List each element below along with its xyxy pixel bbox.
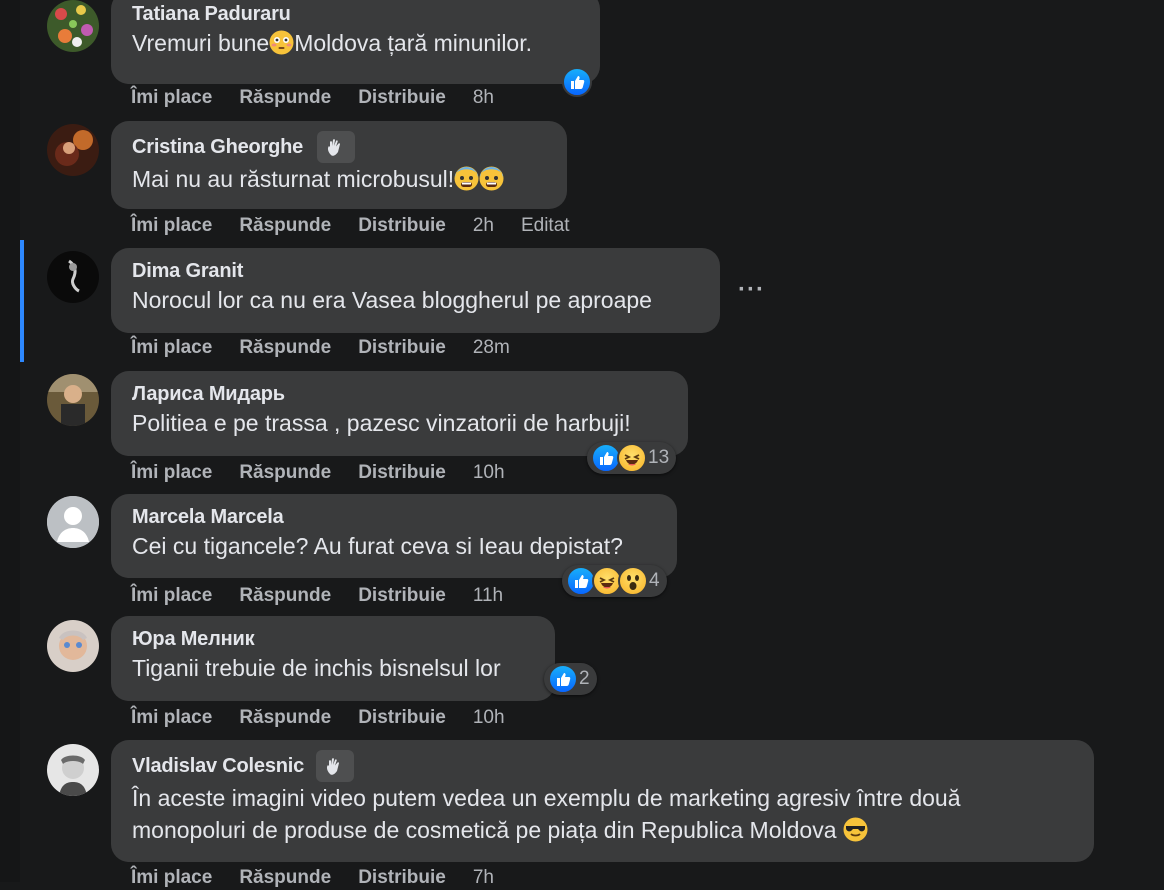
avatar[interactable] bbox=[47, 744, 99, 796]
comment-time[interactable]: 28m bbox=[473, 337, 510, 359]
comment-time[interactable]: 11h bbox=[473, 585, 503, 607]
share-action[interactable]: Distribuie bbox=[358, 867, 446, 889]
comment-author[interactable]: Vladislav Colesnic bbox=[132, 755, 304, 778]
comment-text-line: monopoluri de produse de cosmetică pe pi… bbox=[132, 814, 1074, 846]
comment-time[interactable]: 7h bbox=[473, 867, 494, 889]
reaction-count: 2 bbox=[579, 668, 590, 689]
comment-bubble: Юра Мелник Tiganii trebuie de inchis bis… bbox=[111, 616, 555, 701]
edited-label: Editat bbox=[520, 215, 570, 236]
comment-time[interactable]: 10h bbox=[473, 462, 505, 484]
wave-icon[interactable] bbox=[316, 750, 355, 782]
reply-action[interactable]: Răspunde bbox=[239, 707, 331, 729]
share-action[interactable]: Distribuie bbox=[358, 337, 446, 359]
share-action[interactable]: Distribuie bbox=[358, 707, 446, 729]
comment-author-row: Cristina Gheorghe bbox=[132, 131, 547, 163]
comment-author-row: Vladislav Colesnic bbox=[132, 750, 1074, 782]
comment-bubble: Cristina Gheorghe Mai nu au răsturnat mi… bbox=[111, 121, 567, 209]
wow-reaction-icon bbox=[618, 566, 648, 596]
reply-action[interactable]: Răspunde bbox=[239, 867, 331, 889]
avatar[interactable] bbox=[47, 251, 99, 303]
avatar[interactable] bbox=[47, 620, 99, 672]
comment-time[interactable]: 8h bbox=[473, 87, 494, 109]
thread-highlight-bar bbox=[20, 240, 24, 362]
like-action[interactable]: Îmi place bbox=[131, 585, 212, 607]
like-reaction-icon bbox=[548, 664, 578, 694]
comment-text: Mai nu au răsturnat microbusul! bbox=[132, 163, 547, 195]
reactions-summary[interactable] bbox=[560, 66, 592, 98]
comment-text: Vremuri bune Moldova țară minunilor. bbox=[132, 30, 533, 56]
sunglasses-face-icon bbox=[843, 817, 868, 842]
flushed-face-icon bbox=[269, 30, 294, 55]
comment-bubble: Vladislav Colesnic În aceste imagini vid… bbox=[111, 740, 1094, 862]
reply-action[interactable]: Răspunde bbox=[239, 585, 331, 607]
avatar[interactable] bbox=[47, 124, 99, 176]
like-action[interactable]: Îmi place bbox=[131, 87, 212, 109]
avatar[interactable] bbox=[47, 496, 99, 548]
comment-text: Cei cu tigancele? Au furat ceva si Ieau … bbox=[132, 533, 623, 559]
fearful-face-icon bbox=[479, 166, 504, 191]
reactions-summary[interactable]: 2 bbox=[544, 663, 597, 695]
reply-action[interactable]: Răspunde bbox=[239, 462, 331, 484]
comment-author[interactable]: Юра Мелник bbox=[132, 626, 535, 652]
comment-time[interactable]: 2h bbox=[473, 215, 494, 237]
fearful-face-icon bbox=[454, 166, 479, 191]
more-options-icon[interactable]: ··· bbox=[738, 276, 765, 304]
reaction-count: 13 bbox=[648, 447, 670, 468]
comment-time[interactable]: 10h bbox=[473, 707, 505, 729]
comment-author[interactable]: Marcela Marcela bbox=[132, 504, 657, 530]
reaction-count: 4 bbox=[649, 570, 660, 591]
reply-action[interactable]: Răspunde bbox=[239, 87, 331, 109]
comment-text: Politiea e pe trassa , pazesc vinzatorii… bbox=[132, 410, 631, 436]
reactions-summary[interactable]: 13 bbox=[587, 442, 677, 474]
like-action[interactable]: Îmi place bbox=[131, 707, 212, 729]
haha-reaction-icon bbox=[617, 443, 647, 473]
avatar[interactable] bbox=[47, 374, 99, 426]
comment-actions: Îmi place Răspunde Distribuie 10h bbox=[131, 706, 532, 730]
comment-actions: Îmi place Răspunde Distribuie 8h bbox=[131, 86, 521, 110]
comment-text-line: În aceste imagini video putem vedea un e… bbox=[132, 785, 961, 811]
like-action[interactable]: Îmi place bbox=[131, 462, 212, 484]
like-action[interactable]: Îmi place bbox=[131, 215, 212, 237]
comment-bubble: Dima Granit Norocul lor ca nu era Vasea … bbox=[111, 248, 720, 333]
comment-actions: Îmi place Răspunde Distribuie 7h bbox=[131, 866, 521, 890]
comment-actions: Îmi place Răspunde Distribuie 10h bbox=[131, 461, 532, 485]
avatar[interactable] bbox=[47, 0, 99, 52]
comment-author[interactable]: Лариса Мидарь bbox=[132, 381, 668, 407]
wave-icon[interactable] bbox=[317, 131, 356, 163]
comment-text: Norocul lor ca nu era Vasea bloggherul p… bbox=[132, 287, 652, 313]
comment-author[interactable]: Cristina Gheorghe bbox=[132, 136, 303, 159]
comment-actions: Îmi place Răspunde Distribuie 28m bbox=[131, 336, 537, 360]
comment-author[interactable]: Dima Granit bbox=[132, 258, 700, 284]
comment-actions: Îmi place Răspunde Distribuie 11h bbox=[131, 584, 530, 608]
reactions-summary[interactable]: 4 bbox=[562, 565, 667, 597]
reply-action[interactable]: Răspunde bbox=[239, 215, 331, 237]
share-action[interactable]: Distribuie bbox=[358, 215, 446, 237]
like-reaction-icon bbox=[562, 67, 592, 97]
comment-bubble: Tatiana Paduraru Vremuri bune Moldova țar… bbox=[111, 0, 600, 84]
left-scroll-strip bbox=[0, 0, 20, 882]
comment-author[interactable]: Tatiana Paduraru bbox=[132, 1, 580, 27]
share-action[interactable]: Distribuie bbox=[358, 87, 446, 109]
reply-action[interactable]: Răspunde bbox=[239, 337, 331, 359]
comment-text: Tiganii trebuie de inchis bisnelsul lor bbox=[132, 655, 501, 681]
share-action[interactable]: Distribuie bbox=[358, 585, 446, 607]
share-action[interactable]: Distribuie bbox=[358, 462, 446, 484]
like-action[interactable]: Îmi place bbox=[131, 337, 212, 359]
like-action[interactable]: Îmi place bbox=[131, 867, 212, 889]
comment-actions: Îmi place Răspunde Distribuie 2h Editat bbox=[131, 214, 570, 238]
